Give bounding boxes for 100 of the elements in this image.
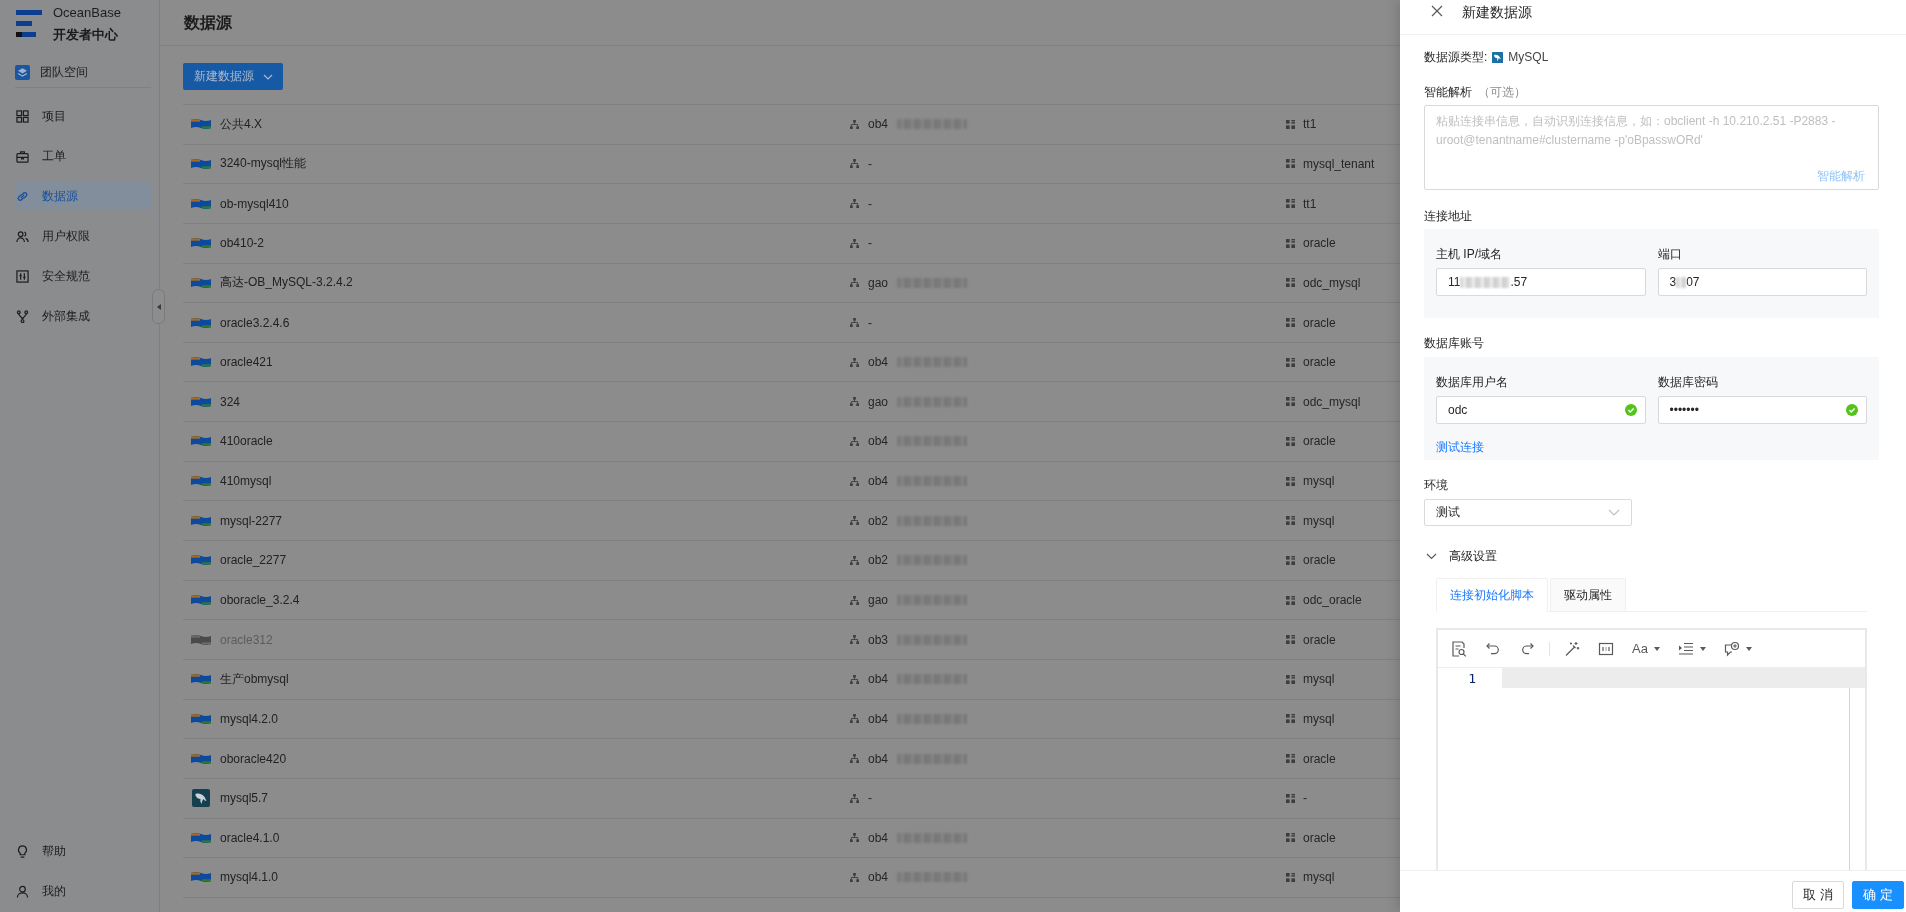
advanced-settings-toggle[interactable]: 高级设置	[1424, 548, 1497, 564]
redo-icon[interactable]	[1519, 640, 1535, 657]
host-input[interactable]: 11 .57	[1436, 268, 1646, 296]
magic-wand-icon[interactable]	[1564, 640, 1580, 657]
tenant-icon	[1286, 318, 1295, 327]
host-name: ob4	[868, 355, 889, 370]
datasource-name[interactable]: 324	[220, 394, 241, 409]
datasource-name[interactable]: 410oracle	[220, 434, 273, 449]
cluster-icon	[850, 595, 859, 605]
datasource-name[interactable]: ob410-2	[220, 236, 265, 251]
datasource-name[interactable]: mysql-2277	[220, 513, 283, 528]
tenant-name: odc_mysql	[1303, 275, 1361, 290]
section-label: 环境	[1424, 477, 1448, 493]
confirm-button[interactable]: 确 定	[1852, 881, 1904, 909]
host-name: ob4	[868, 751, 889, 766]
datasource-name[interactable]: 410mysql	[220, 474, 272, 489]
datasource-name[interactable]: oboracle420	[220, 751, 287, 766]
datasource-name[interactable]: mysql5.7	[220, 791, 269, 806]
host-name: gao	[868, 593, 889, 607]
tenant-icon	[1286, 833, 1295, 843]
nav-item[interactable]: 工单	[15, 142, 151, 170]
cluster-icon	[850, 555, 859, 565]
tab[interactable]: 连接初始化脚本	[1436, 578, 1548, 612]
datasource-name[interactable]: 公共4.X	[220, 115, 262, 133]
test-connection-link[interactable]: 测试连接	[1436, 439, 1484, 455]
tenant-name: -	[1303, 791, 1307, 806]
host-name: -	[868, 791, 872, 806]
cluster-icon	[850, 119, 859, 129]
tenant-name: oracle	[1303, 751, 1336, 766]
tenant-name: mysql	[1303, 474, 1335, 489]
cancel-button[interactable]: 取 消	[1792, 881, 1844, 909]
nav-item[interactable]: 项目	[15, 102, 151, 130]
datasource-name[interactable]: mysql4.2.0	[220, 711, 279, 726]
datasource-name[interactable]: 生产obmysql	[220, 670, 289, 688]
cluster-icon	[850, 436, 859, 446]
new-datasource-button[interactable]: 新建数据源	[183, 63, 283, 90]
nav-item[interactable]: 用户权限	[15, 222, 151, 250]
input-text: .57	[1510, 275, 1528, 289]
nav-item[interactable]: 我的	[15, 877, 151, 905]
host-name: gao	[868, 394, 889, 409]
input-text: 07	[1686, 275, 1700, 289]
host-name: -	[868, 236, 872, 251]
collapse-sidebar-button[interactable]	[152, 289, 165, 324]
redaction-blur	[1460, 276, 1511, 288]
comment-add-icon[interactable]	[1723, 640, 1740, 657]
tenant-name: oracle	[1303, 355, 1336, 370]
tenant-icon	[1286, 635, 1295, 645]
tenant-name: mysql	[1303, 870, 1335, 885]
layers-icon	[15, 64, 30, 80]
nav-item[interactable]: 数据源	[15, 182, 151, 210]
password-input[interactable]: •••••••	[1657, 396, 1867, 424]
user-icon	[16, 884, 29, 898]
environment-select[interactable]: 测试	[1424, 499, 1632, 526]
datasource-name[interactable]: 3240-mysql性能	[220, 155, 307, 173]
dolphin-icon	[192, 789, 210, 808]
flag-icon	[191, 118, 211, 131]
briefcase-icon	[16, 149, 29, 163]
close-icon[interactable]	[1431, 5, 1443, 17]
datasource-name[interactable]: oboracle_3.2.4	[220, 593, 300, 607]
cluster-icon	[850, 159, 859, 169]
script-editor[interactable]: Aa 1	[1436, 628, 1867, 870]
undo-icon[interactable]	[1485, 640, 1501, 657]
flag-icon	[191, 395, 211, 408]
port-input[interactable]: 3 07	[1657, 268, 1867, 296]
tab[interactable]: 驱动属性	[1550, 578, 1626, 611]
datasource-name[interactable]: oracle4.1.0	[220, 830, 280, 845]
username-input[interactable]: odc	[1436, 396, 1646, 424]
font-case-button[interactable]: Aa	[1632, 641, 1660, 656]
flag-icon	[191, 633, 211, 646]
datasource-name[interactable]: oracle_2277	[220, 553, 287, 568]
tenant-name: odc_oracle	[1303, 593, 1362, 607]
host-name: ob3	[868, 632, 889, 647]
bracket-box-icon[interactable]	[1598, 640, 1614, 657]
datasource-name[interactable]: mysql4.1.0	[220, 870, 279, 885]
tenant-icon	[1286, 714, 1295, 724]
host-name: ob4	[868, 117, 889, 132]
caret-down-icon[interactable]	[1699, 646, 1706, 651]
workspace-name: 团队空间	[40, 63, 88, 81]
chevron-down-icon	[1608, 509, 1620, 516]
sliders-icon	[16, 269, 29, 283]
input-text: 3	[1669, 275, 1677, 289]
find-icon[interactable]	[1451, 640, 1467, 657]
tenant-name: mysql	[1303, 513, 1335, 528]
datasource-name[interactable]: 高达-OB_MySQL-3.2.4.2	[220, 274, 353, 292]
indent-icon[interactable]	[1677, 640, 1694, 657]
section-label: 智能解析	[1424, 84, 1472, 100]
nav-item[interactable]: 安全规范	[15, 262, 151, 290]
tenant-icon	[1286, 436, 1295, 446]
host-name: ob4	[868, 870, 889, 885]
flag-icon	[191, 356, 211, 369]
field-label: 端口	[1657, 246, 1682, 262]
datasource-name[interactable]: oracle421	[220, 355, 273, 370]
nav-item[interactable]: 外部集成	[15, 302, 151, 330]
tenant-icon	[1286, 754, 1295, 764]
datasource-name[interactable]: oracle3.2.4.6	[220, 315, 290, 330]
nav-item[interactable]: 帮助	[15, 837, 151, 865]
caret-down-icon[interactable]	[1745, 646, 1752, 651]
flag-icon	[191, 435, 211, 448]
flag-icon	[191, 514, 211, 527]
datasource-name[interactable]: ob-mysql410	[220, 196, 289, 211]
